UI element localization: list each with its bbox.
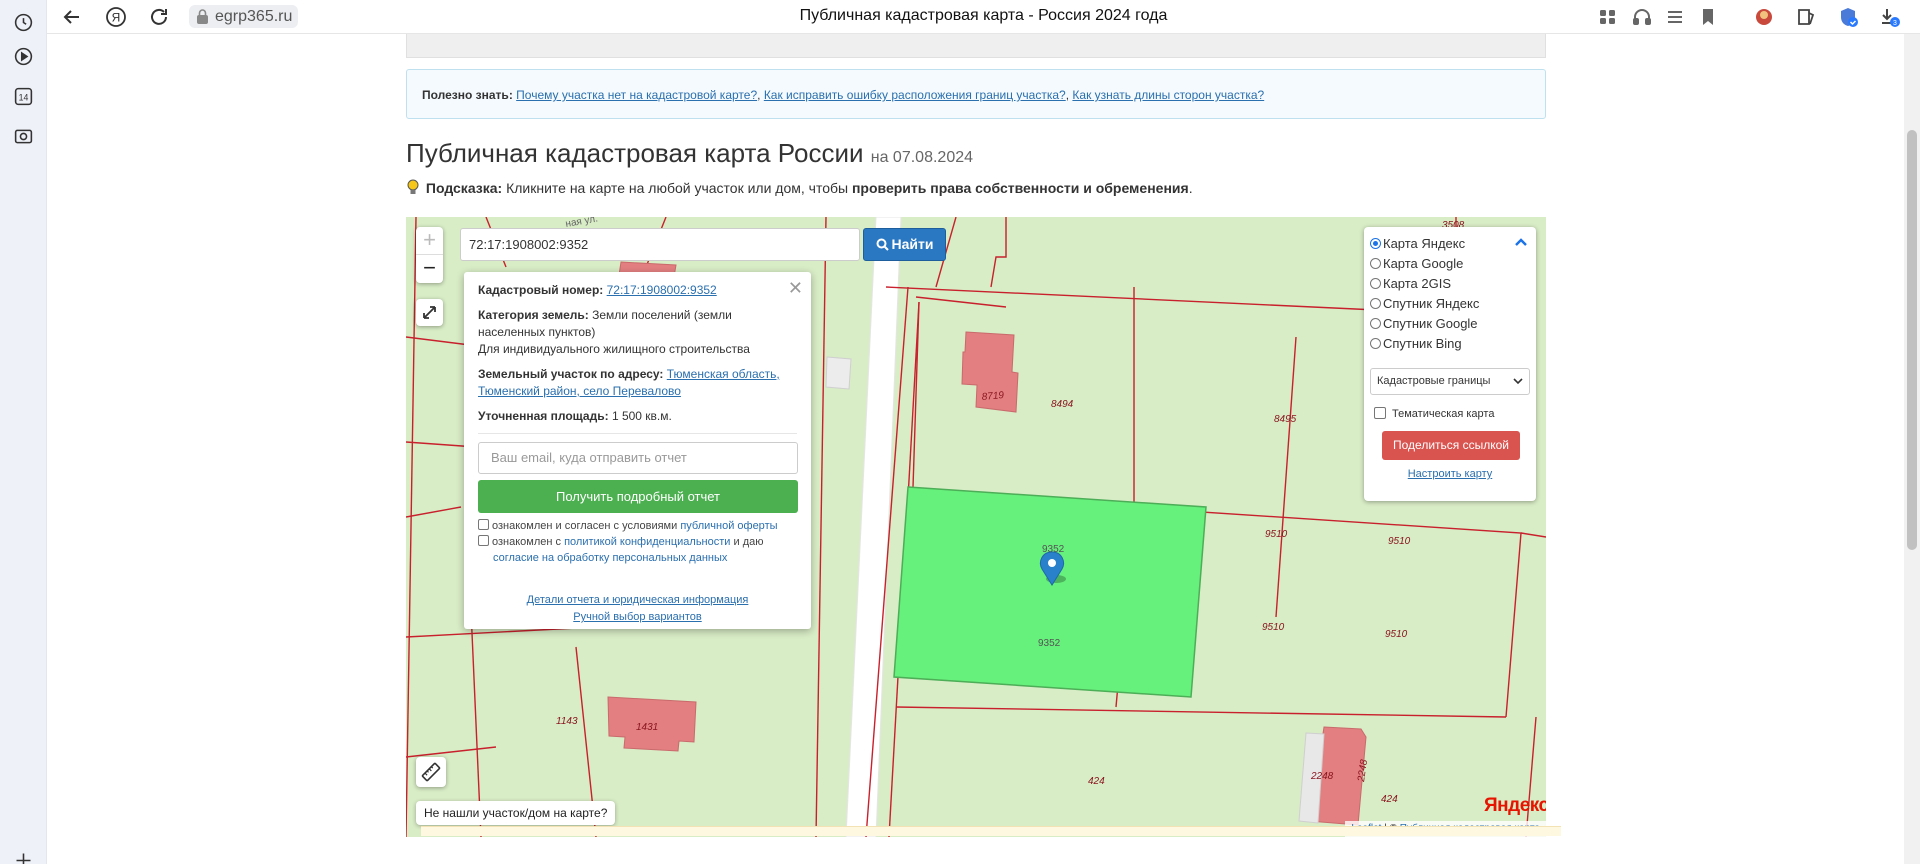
parcel-label: 8494: [1051, 399, 1074, 410]
chevron-up-icon[interactable]: [1514, 237, 1528, 247]
scrollbar-thumb[interactable]: [1907, 130, 1917, 550]
radio[interactable]: [1370, 238, 1381, 249]
back-icon[interactable]: [60, 5, 84, 29]
expand-icon: [423, 306, 436, 319]
cadastral-number-link[interactable]: 72:17:1908002:9352: [607, 283, 717, 297]
yandex-logo: Яндекс: [1484, 795, 1546, 816]
collections-icon[interactable]: [1795, 6, 1817, 28]
page-scrollbar[interactable]: [1904, 34, 1920, 864]
hint-line: Подсказка: Кликните на карте на любой уч…: [406, 179, 1193, 197]
radio[interactable]: [1370, 318, 1381, 329]
download-icon[interactable]: 3: [1879, 6, 1901, 28]
header-strip: [406, 34, 1546, 58]
svg-text:3: 3: [1893, 20, 1897, 27]
manual-choice-link[interactable]: Ручной выбор вариантов: [573, 611, 701, 623]
parcel-label: 424: [1381, 794, 1398, 805]
parcel-label: 9352: [1038, 638, 1061, 649]
parcel-label: 1431: [636, 722, 658, 733]
parcel-label: 9510: [1262, 622, 1285, 633]
layer-option-google-satellite[interactable]: Спутник Google: [1370, 314, 1530, 334]
not-found-button[interactable]: Не нашли участок/дом на карте?: [416, 801, 616, 825]
reading-list-icon[interactable]: [1664, 6, 1686, 28]
headphones-icon[interactable]: [1631, 6, 1653, 28]
configure-map-link[interactable]: Настроить карту: [1370, 468, 1530, 480]
info-label: Полезно знать:: [422, 88, 513, 102]
radio[interactable]: [1370, 338, 1381, 349]
add-icon[interactable]: [13, 850, 34, 864]
checkbox[interactable]: [478, 535, 489, 546]
notice-strip: [421, 826, 1561, 836]
radio[interactable]: [1370, 258, 1381, 269]
report-details-link[interactable]: Детали отчета и юридическая информация: [527, 594, 749, 606]
privacy-agreement-checkbox[interactable]: ознакомлен с политикой конфиденциальност…: [478, 534, 797, 566]
offer-link[interactable]: публичной оферты: [680, 520, 777, 532]
address-bar[interactable]: egrp365.ru: [189, 5, 299, 28]
info-link-fix-border[interactable]: Как исправить ошибку расположения границ…: [764, 88, 1066, 102]
tabs-grid-icon[interactable]: [1597, 6, 1619, 28]
layer-option-yandex-map[interactable]: Карта Яндекс: [1370, 234, 1530, 254]
parcel-label: 8495: [1274, 414, 1297, 425]
lightbulb-icon: [407, 179, 419, 194]
url-text: egrp365.ru: [215, 8, 293, 25]
layer-option-bing-satellite[interactable]: Спутник Bing: [1370, 334, 1530, 354]
share-link-button[interactable]: Поделиться ссылкой: [1382, 431, 1520, 460]
personal-data-link[interactable]: согласие на обработку персональных данны…: [493, 552, 727, 564]
parcel-popup: ✕ Кадастровый номер: 72:17:1908002:9352 …: [464, 272, 811, 629]
useful-info-box: Полезно знать: Почему участка нет на кад…: [406, 69, 1546, 119]
search-icon: [876, 238, 889, 251]
search-button[interactable]: Найти: [863, 228, 946, 261]
cadastral-map[interactable]: ная ул. 8719 8494 8495 9510 9510 9510 95…: [406, 217, 1546, 837]
measure-button[interactable]: [416, 757, 446, 787]
layer-option-yandex-satellite[interactable]: Спутник Яндекс: [1370, 294, 1530, 314]
privacy-link[interactable]: политикой конфиденциальности: [564, 536, 730, 548]
offer-agreement-checkbox[interactable]: ознакомлен и согласен с условиями публич…: [478, 518, 797, 534]
parcel-label: 2248: [1310, 771, 1334, 782]
history-icon[interactable]: [13, 12, 34, 33]
layer-option-2gis-map[interactable]: Карта 2GIS: [1370, 274, 1530, 294]
parcel-label: 424: [1088, 776, 1105, 787]
chevron-down-icon: [1513, 378, 1523, 385]
overlay-select[interactable]: Кадастровые границы: [1370, 368, 1530, 395]
browser-toolbar: Я egrp365.ru Публичная кадастровая карта…: [47, 0, 1920, 34]
play-icon[interactable]: [13, 46, 34, 67]
checkbox[interactable]: [1374, 407, 1386, 419]
cadastral-search-input[interactable]: 72:17:1908002:9352: [460, 228, 860, 261]
svg-text:14: 14: [19, 92, 29, 102]
bookmark-icon[interactable]: [1697, 6, 1719, 28]
get-report-button[interactable]: Получить подробный отчет: [478, 480, 798, 513]
reload-icon[interactable]: [147, 5, 171, 29]
layer-option-google-map[interactable]: Карта Google: [1370, 254, 1530, 274]
info-link-side-length[interactable]: Как узнать длины сторон участка?: [1072, 88, 1264, 102]
thematic-map-checkbox[interactable]: Тематическая карта: [1370, 405, 1530, 423]
zoom-control: + −: [416, 227, 443, 283]
extension-icon[interactable]: [1753, 6, 1775, 28]
parcel-label: 9510: [1265, 529, 1288, 540]
radio[interactable]: [1370, 278, 1381, 289]
yandex-icon[interactable]: Я: [104, 5, 128, 29]
info-link-missing-parcel[interactable]: Почему участка нет на кадастровой карте?: [516, 88, 757, 102]
parcel-label: 1143: [556, 716, 578, 727]
zoom-out-button[interactable]: −: [416, 255, 443, 283]
browser-sidebar: 14: [0, 0, 47, 864]
parcel-label: 9510: [1385, 629, 1408, 640]
radio[interactable]: [1370, 298, 1381, 309]
svg-text:Я: Я: [112, 11, 121, 25]
fullscreen-button[interactable]: [416, 299, 443, 326]
parcel-label: 9510: [1388, 536, 1411, 547]
email-input[interactable]: Ваш email, куда отправить отчет: [478, 442, 798, 474]
page-date: на 07.08.2024: [870, 149, 974, 166]
page-title: Публичная кадастровая карта России на 07…: [406, 138, 974, 168]
lock-icon: [197, 9, 208, 24]
area-value: 1 500 кв.м.: [611, 409, 672, 423]
calendar-icon[interactable]: 14: [13, 86, 34, 107]
screenshot-icon[interactable]: [13, 126, 34, 147]
layers-panel: Карта Яндекс Карта Google Карта 2GIS Спу…: [1364, 227, 1536, 501]
parcel-label: 8719: [981, 390, 1005, 403]
zoom-in-button[interactable]: +: [416, 227, 443, 255]
shield-icon[interactable]: [1837, 6, 1859, 28]
checkbox[interactable]: [478, 519, 489, 530]
ruler-icon: [421, 762, 441, 782]
close-icon[interactable]: ✕: [788, 278, 803, 299]
